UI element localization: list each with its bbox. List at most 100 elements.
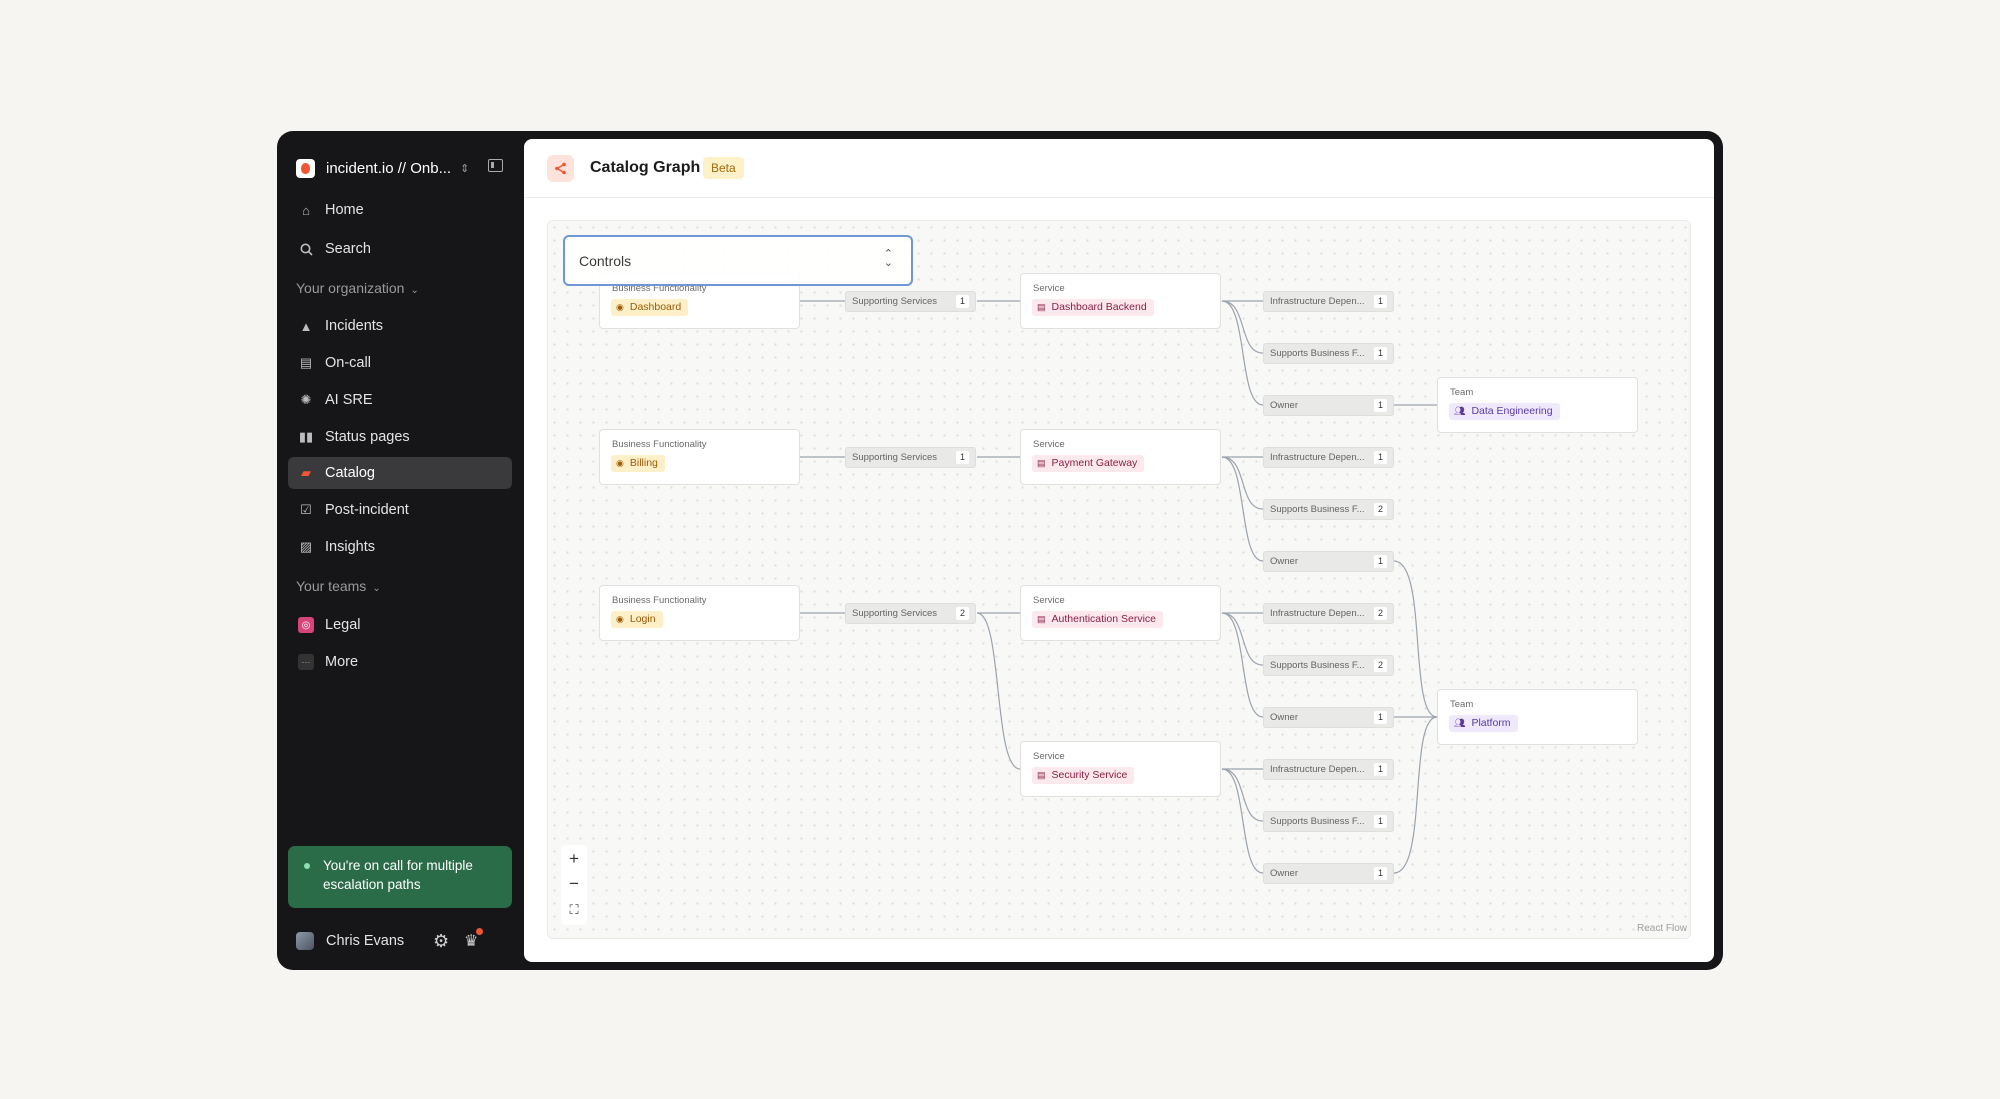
controls-dropdown[interactable]: Controls ⌃ ⌄ xyxy=(563,235,913,286)
relation-supports-business-functionality[interactable]: Supports Business F... 1 xyxy=(1263,343,1394,364)
book-icon: ▰ xyxy=(301,465,311,480)
zoom-in-button[interactable]: + xyxy=(561,847,587,871)
box-icon: ◉ xyxy=(616,302,624,312)
relation-supporting-services[interactable]: Supporting Services 1 xyxy=(845,447,976,468)
relation-supports-business-functionality[interactable]: Supports Business F... 2 xyxy=(1263,655,1394,676)
relation-label: Infrastructure Depen... xyxy=(1270,608,1365,619)
chevron-down-icon: ⌄ xyxy=(372,583,381,594)
sidebar-item-oncall[interactable]: ▤ On-call xyxy=(288,347,512,379)
sidebar-item-ai-sre[interactable]: ✺ AI SRE xyxy=(288,384,512,416)
user-name: Chris Evans xyxy=(326,933,405,949)
node-name: Platform xyxy=(1471,717,1511,729)
sidebar-item-label: AI SRE xyxy=(325,392,373,408)
node-type-label: Service xyxy=(1033,439,1065,450)
relation-label: Supports Business F... xyxy=(1270,504,1365,515)
gear-icon[interactable]: ⚙ xyxy=(433,931,449,952)
relation-count: 2 xyxy=(1374,607,1387,620)
chart-icon: ▨ xyxy=(299,539,313,554)
relation-supporting-services[interactable]: Supporting Services 2 xyxy=(845,603,976,624)
zoom-out-button[interactable]: − xyxy=(561,872,587,896)
node-business-functionality[interactable]: Business Functionality ◉ Billing xyxy=(599,429,800,485)
sidebar-item-post-incident[interactable]: ☑ Post-incident xyxy=(288,494,512,526)
node-team[interactable]: Team 👥︎ Platform xyxy=(1437,689,1638,745)
sidebar-item-label: Status pages xyxy=(325,429,410,445)
relation-count: 2 xyxy=(956,607,969,620)
sidebar-item-label: Post-incident xyxy=(325,502,409,518)
node-name: Authentication Service xyxy=(1051,613,1156,625)
relation-supports-business-functionality[interactable]: Supports Business F... 1 xyxy=(1263,811,1394,832)
sidebar-item-more[interactable]: ··· More xyxy=(288,646,512,678)
fit-view-button[interactable]: ⛶ xyxy=(561,898,587,922)
relation-infrastructure-dependencies[interactable]: Infrastructure Depen... 1 xyxy=(1263,759,1394,780)
box-icon: ◉ xyxy=(616,458,624,468)
relation-owner[interactable]: Owner 1 xyxy=(1263,707,1394,728)
node-service[interactable]: Service ▤ Payment Gateway xyxy=(1020,429,1221,485)
sidebar-item-home[interactable]: ⌂ Home xyxy=(288,194,512,226)
sidebar-item-label: More xyxy=(325,654,359,670)
oncall-status-dot xyxy=(304,863,310,869)
relation-infrastructure-dependencies[interactable]: Infrastructure Depen... 2 xyxy=(1263,603,1394,624)
relation-count: 1 xyxy=(1374,867,1387,880)
section-your-teams[interactable]: Your teams ⌄ xyxy=(296,578,381,594)
oncall-banner-text: You're on call for multiple escalation p… xyxy=(323,858,473,892)
sidebar-item-status-pages[interactable]: ▮▮ Status pages xyxy=(288,421,512,453)
team-legal-icon: ◎ xyxy=(298,617,314,633)
share-graph-icon xyxy=(547,155,574,182)
page-title: Catalog Graph xyxy=(590,159,701,176)
more-dots-icon: ··· xyxy=(298,654,314,670)
user-menu[interactable]: Chris Evans ⚙ ♛ xyxy=(296,928,516,954)
node-service[interactable]: Service ▤ Authentication Service xyxy=(1020,585,1221,641)
relation-count: 1 xyxy=(1374,763,1387,776)
sidebar-item-catalog[interactable]: ▰ Catalog xyxy=(288,457,512,489)
oncall-banner[interactable]: You're on call for multiple escalation p… xyxy=(288,846,512,908)
relation-label: Supports Business F... xyxy=(1270,660,1365,671)
node-business-functionality[interactable]: Business Functionality ◉ Login xyxy=(599,585,800,641)
sparkle-icon: ✺ xyxy=(300,392,312,407)
main-panel: Catalog Graph Beta Business Functionalit… xyxy=(524,139,1714,962)
relation-label: Infrastructure Depen... xyxy=(1270,764,1365,775)
sidebar-item-legal[interactable]: ◎ Legal xyxy=(288,609,512,641)
section-your-organization[interactable]: Your organization ⌄ xyxy=(296,280,419,296)
sidebar-item-insights[interactable]: ▨ Insights xyxy=(288,531,512,563)
relation-infrastructure-dependencies[interactable]: Infrastructure Depen... 1 xyxy=(1263,447,1394,468)
relation-label: Owner xyxy=(1270,556,1298,567)
node-name: Dashboard Backend xyxy=(1051,301,1147,313)
relation-label: Owner xyxy=(1270,712,1298,723)
section-label: Your teams xyxy=(296,578,367,594)
graph-canvas[interactable]: Business Functionality ◉ Dashboard Busine… xyxy=(547,220,1691,939)
incident-logo-icon xyxy=(296,158,315,178)
relation-owner[interactable]: Owner 1 xyxy=(1263,395,1394,416)
page-header: Catalog Graph Beta xyxy=(524,139,1714,198)
relation-count: 1 xyxy=(1374,399,1387,412)
sidebar-item-incidents[interactable]: ▲ Incidents xyxy=(288,310,512,342)
relation-infrastructure-dependencies[interactable]: Infrastructure Depen... 1 xyxy=(1263,291,1394,312)
relation-label: Supporting Services xyxy=(852,296,938,307)
relation-supports-business-functionality[interactable]: Supports Business F... 2 xyxy=(1263,499,1394,520)
node-chip: 👥︎ Platform xyxy=(1449,715,1518,732)
node-service[interactable]: Service ▤ Security Service xyxy=(1020,741,1221,797)
pager-icon: ▤ xyxy=(299,355,313,370)
relation-owner[interactable]: Owner 1 xyxy=(1263,863,1394,884)
chevron-down-icon: ⌄ xyxy=(410,285,419,296)
relation-owner[interactable]: Owner 1 xyxy=(1263,551,1394,572)
node-name: Data Engineering xyxy=(1471,405,1553,417)
node-team[interactable]: Team 👥︎ Data Engineering xyxy=(1437,377,1638,433)
sidebar-item-label: Search xyxy=(325,241,371,257)
relation-label: Infrastructure Depen... xyxy=(1270,452,1365,463)
react-flow-attribution[interactable]: React Flow xyxy=(1637,923,1687,934)
node-chip: ▤ Payment Gateway xyxy=(1032,455,1145,472)
org-name: incident.io // Onb... xyxy=(326,159,452,177)
node-chip: ▤ Dashboard Backend xyxy=(1032,299,1154,316)
node-service[interactable]: Service ▤ Dashboard Backend xyxy=(1020,273,1221,329)
relation-supporting-services[interactable]: Supporting Services 1 xyxy=(845,291,976,312)
org-switcher[interactable]: incident.io // Onb... ⇕ xyxy=(296,157,516,179)
node-type-label: Service xyxy=(1033,751,1065,762)
controls-label: Controls xyxy=(579,253,632,269)
node-name: Billing xyxy=(629,457,658,469)
zoom-controls: + − ⛶ xyxy=(561,845,587,925)
app-window: incident.io // Onb... ⇕ ⌂ Home Search Yo… xyxy=(277,131,1723,970)
sidebar-toggle-icon[interactable] xyxy=(488,159,503,172)
status-bars-icon: ▮▮ xyxy=(298,429,314,444)
sidebar-item-search[interactable]: Search xyxy=(288,233,512,265)
relation-count: 1 xyxy=(1374,295,1387,308)
